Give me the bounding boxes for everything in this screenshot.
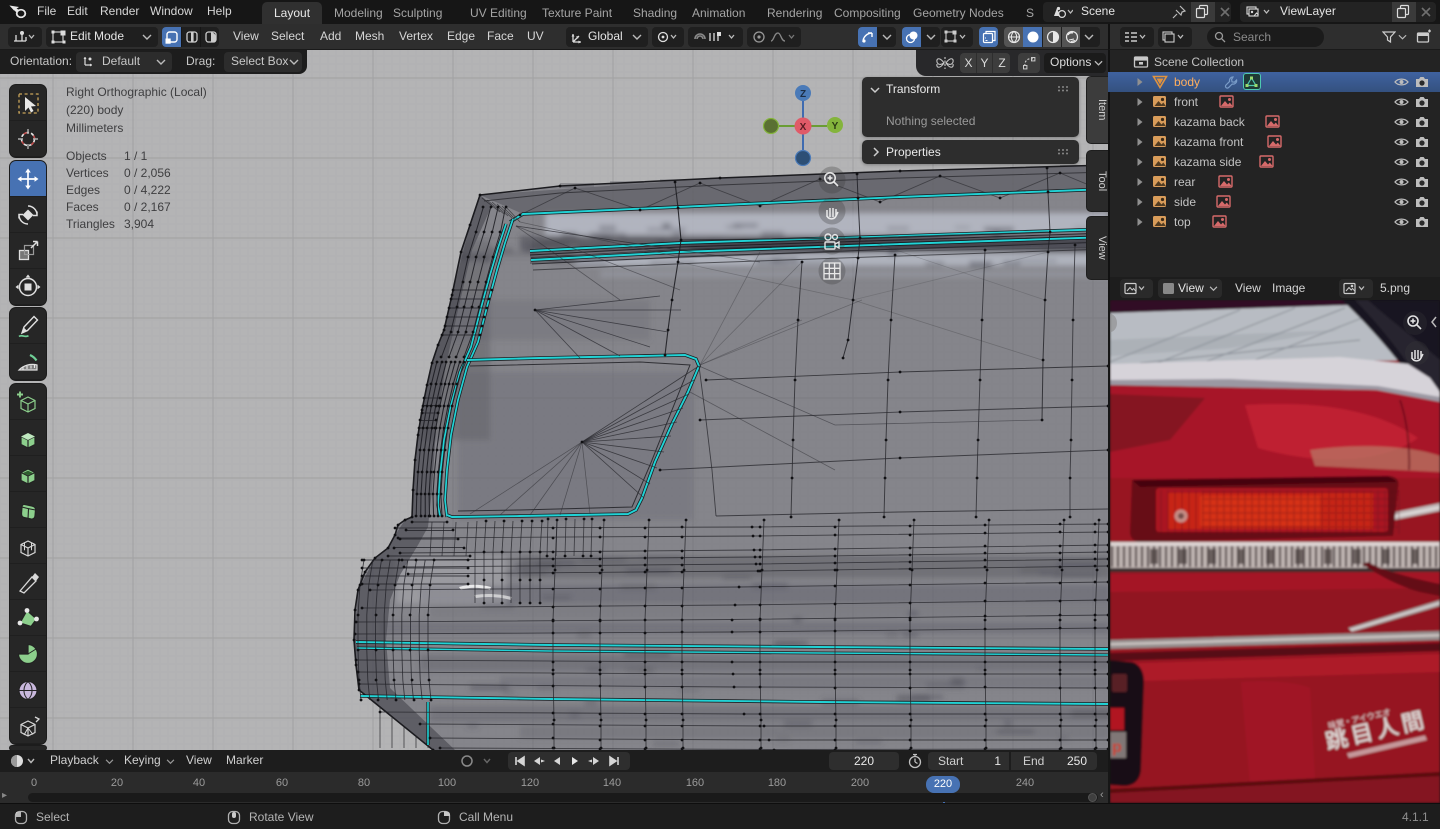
svg-text:1 / 1: 1 / 1 xyxy=(124,149,148,163)
svg-text:3,904: 3,904 xyxy=(124,217,154,231)
svg-text:Y: Y xyxy=(832,121,839,132)
svg-text:0 / 4,222: 0 / 4,222 xyxy=(124,183,171,197)
svg-text:X: X xyxy=(800,122,807,133)
svg-text:(220) body: (220) body xyxy=(66,103,123,117)
svg-text:Edges: Edges xyxy=(66,183,100,197)
svg-text:Millimeters: Millimeters xyxy=(66,121,123,135)
svg-text:Faces: Faces xyxy=(66,200,99,214)
svg-text:0 / 2,167: 0 / 2,167 xyxy=(124,200,171,214)
svg-text:Right Orthographic (Local): Right Orthographic (Local) xyxy=(66,85,207,99)
svg-text:Triangles: Triangles xyxy=(66,217,115,231)
svg-text:Objects: Objects xyxy=(66,149,107,163)
svg-text:0 / 2,056: 0 / 2,056 xyxy=(124,166,171,180)
svg-text:Z: Z xyxy=(800,89,806,100)
svg-text:Vertices: Vertices xyxy=(66,166,109,180)
